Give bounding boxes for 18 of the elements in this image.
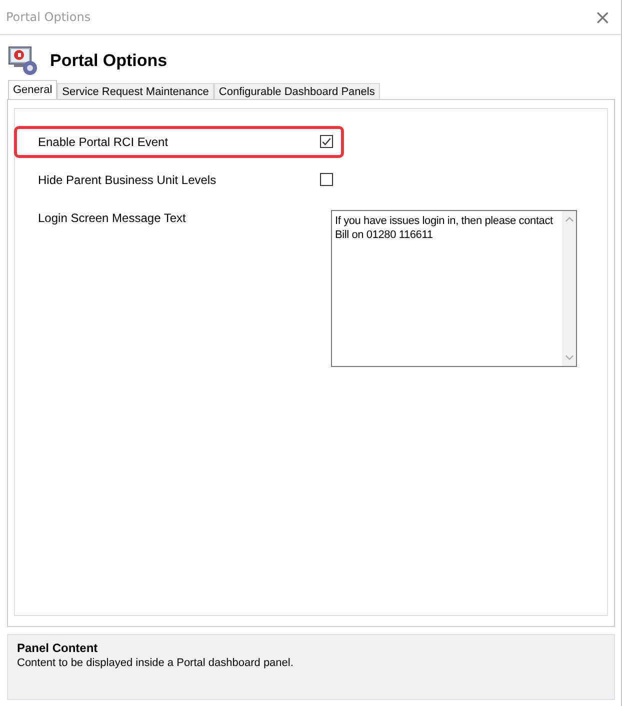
- scroll-up-icon[interactable]: [564, 215, 574, 224]
- monitor-gear-icon: [8, 45, 40, 77]
- scroll-down-icon[interactable]: [564, 353, 574, 362]
- checkbox[interactable]: [320, 173, 333, 186]
- field-label: Login Screen Message Text: [38, 210, 186, 226]
- dialog-heading: Portal Options: [50, 51, 168, 71]
- message-textarea[interactable]: If you have issues login in, then please contact Bill on 01280 116611: [331, 210, 577, 367]
- checkbox[interactable]: [320, 135, 333, 148]
- scrollbar[interactable]: [562, 211, 576, 366]
- tab[interactable]: Service Request Maintenance: [57, 83, 214, 99]
- help-title: Panel Content: [17, 641, 99, 655]
- tab[interactable]: Configurable Dashboard Panels: [214, 83, 380, 99]
- help-description: Content to be displayed inside a Portal dashboard panel.: [17, 657, 294, 669]
- field-label: Hide Parent Business Unit Levels: [38, 172, 216, 188]
- window-title: Portal Options: [6, 10, 91, 24]
- field-label: Enable Portal RCI Event: [38, 134, 168, 150]
- tab[interactable]: General: [8, 80, 58, 99]
- close-button[interactable]: ×: [590, 7, 615, 27]
